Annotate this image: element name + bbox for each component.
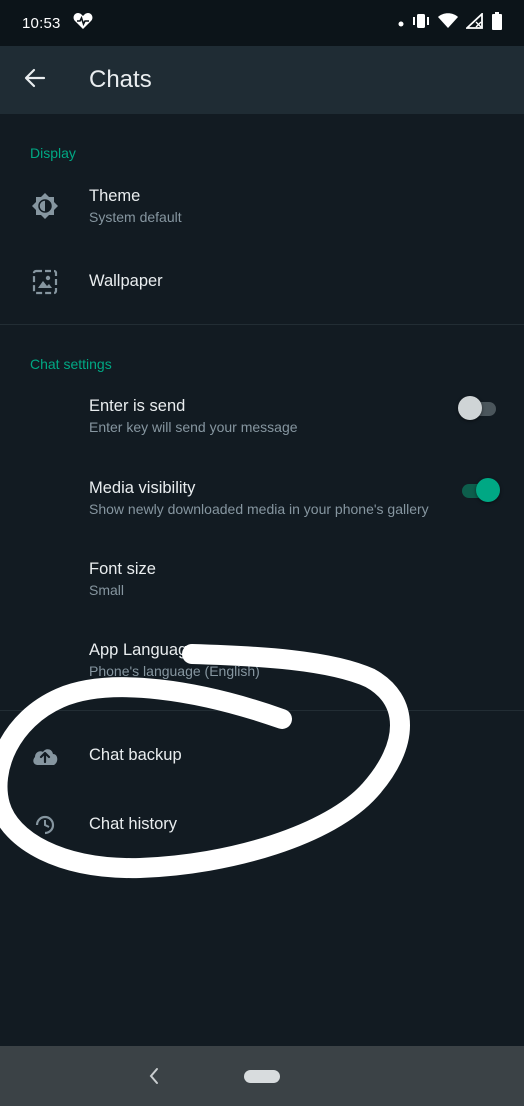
- heart-icon: [73, 12, 93, 35]
- setting-subtitle: System default: [89, 209, 182, 225]
- setting-enter-is-send[interactable]: Enter is send Enter key will send your m…: [0, 392, 524, 440]
- wifi-icon: [438, 12, 458, 34]
- setting-chat-history[interactable]: Chat history: [0, 805, 524, 845]
- setting-enter-is-send-texts: Enter is send Enter key will send your m…: [89, 395, 298, 437]
- section-header-display: Display: [30, 145, 76, 161]
- arrow-left-icon: [24, 67, 46, 94]
- back-button[interactable]: [0, 46, 70, 114]
- setting-chat-history-texts: Chat history: [89, 813, 177, 835]
- setting-subtitle: Enter key will send your message: [89, 419, 298, 435]
- status-right: [398, 11, 502, 35]
- divider: [0, 324, 524, 325]
- setting-font-size[interactable]: Font size Small: [0, 555, 524, 603]
- setting-subtitle: Show newly downloaded media in your phon…: [89, 501, 429, 517]
- setting-wallpaper-texts: Wallpaper: [89, 270, 163, 292]
- home-pill-icon[interactable]: [244, 1070, 280, 1083]
- setting-title: Chat backup: [89, 746, 182, 764]
- setting-chat-backup-texts: Chat backup: [89, 744, 182, 766]
- toggle-thumb: [458, 396, 482, 420]
- setting-title: Font size: [89, 560, 156, 578]
- annotation-scribble: [0, 644, 410, 879]
- signal-icon: [464, 11, 484, 34]
- enter-is-send-toggle[interactable]: [458, 395, 500, 421]
- setting-title: Enter is send: [89, 397, 186, 415]
- dot-icon: [398, 14, 404, 32]
- media-visibility-toggle[interactable]: [458, 477, 500, 503]
- setting-app-language[interactable]: App Language Phone's language (English): [0, 636, 524, 684]
- brightness-icon: [28, 189, 62, 223]
- setting-subtitle: Phone's language (English): [89, 663, 260, 679]
- navigation-bar: [0, 1046, 524, 1106]
- battery-icon: [492, 11, 502, 35]
- setting-title: App Language: [89, 641, 197, 659]
- setting-title: Theme: [89, 187, 141, 205]
- setting-theme[interactable]: Theme System default: [0, 178, 524, 234]
- nav-back-icon[interactable]: [144, 1064, 164, 1088]
- status-bar: 10:53: [0, 0, 524, 46]
- setting-font-size-texts: Font size Small: [89, 558, 156, 600]
- wallpaper-icon: [28, 265, 62, 299]
- setting-wallpaper[interactable]: Wallpaper: [0, 262, 524, 302]
- app-bar: Chats: [0, 46, 524, 114]
- status-left: 10:53: [22, 12, 93, 35]
- setting-theme-texts: Theme System default: [89, 185, 182, 227]
- status-time: 10:53: [22, 14, 61, 32]
- setting-subtitle: Small: [89, 582, 125, 598]
- divider: [0, 710, 524, 711]
- section-header-chat-settings: Chat settings: [30, 356, 112, 372]
- page-title: Chats: [89, 66, 152, 93]
- setting-chat-backup[interactable]: Chat backup: [0, 736, 524, 776]
- vibrate-icon: [412, 13, 430, 34]
- history-icon: [28, 808, 62, 842]
- setting-title: Chat history: [89, 815, 178, 833]
- setting-title: Wallpaper: [89, 272, 163, 290]
- setting-app-language-texts: App Language Phone's language (English): [89, 639, 260, 681]
- setting-media-visibility-texts: Media visibility Show newly downloaded m…: [89, 477, 429, 519]
- toggle-thumb: [476, 478, 500, 502]
- setting-media-visibility[interactable]: Media visibility Show newly downloaded m…: [0, 474, 524, 522]
- cloud-upload-icon: [28, 739, 62, 773]
- setting-title: Media visibility: [89, 479, 196, 497]
